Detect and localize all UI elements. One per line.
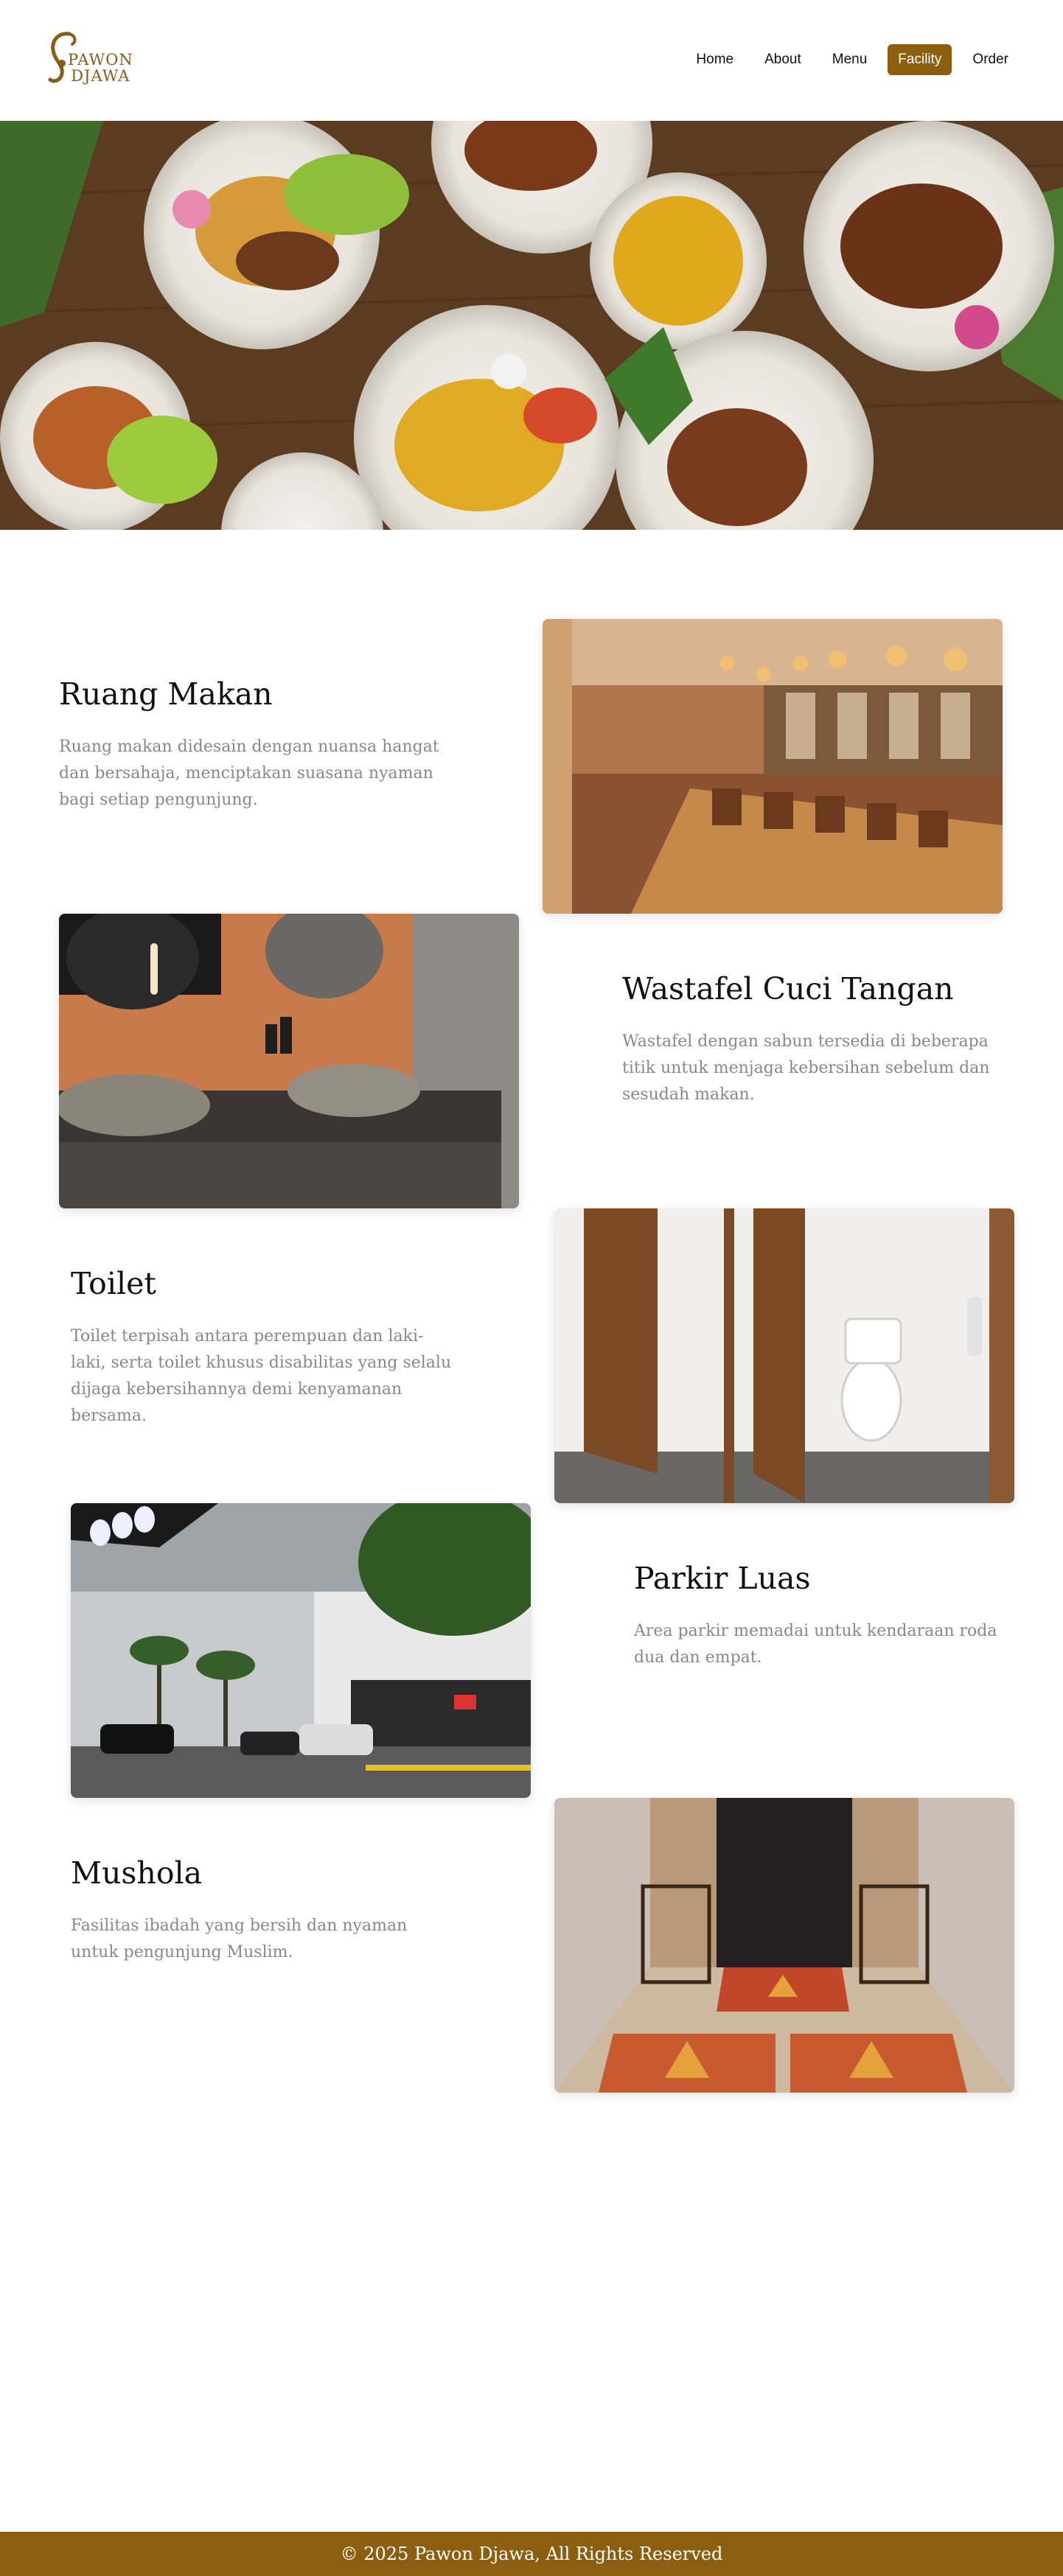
facility-desc-prayer-room: Fasilitas ibadah yang bersih dan nyaman … [71, 1917, 408, 1961]
parking-photo [71, 1503, 531, 1798]
sink-photo [59, 914, 519, 1208]
site-header: PAWON DJAWA Home About Menu Facility Ord… [0, 0, 1063, 121]
brand-logo[interactable]: PAWON DJAWA [44, 28, 140, 88]
facility-title-sink: Wastafel Cuci Tangan [622, 971, 954, 1007]
facility-desc-sink: Wastafel dengan sabun tersedia di bebera… [622, 1032, 990, 1104]
facility-title-toilet: Toilet [71, 1266, 156, 1301]
logo-line-1: PAWON [68, 51, 133, 69]
facility-title-parking: Parkir Luas [634, 1561, 811, 1596]
site-footer: © 2025 Pawon Djawa, All Rights Reserved [0, 2532, 1063, 2576]
nav-item-menu[interactable]: Menu [822, 44, 878, 75]
facility-desc-dining: Ruang makan didesain dengan nuansa hanga… [59, 738, 439, 809]
logo-text: PAWON DJAWA [68, 52, 133, 84]
nav-item-facility[interactable]: Facility [888, 44, 952, 75]
nav-item-about[interactable]: About [754, 44, 812, 75]
logo-line-2: DJAWA [71, 67, 130, 85]
facility-title-dining: Ruang Makan [59, 676, 273, 712]
hero-food-banner [0, 121, 1063, 530]
toilet-photo [554, 1208, 1014, 1503]
facility-desc-toilet: Toilet terpisah antara perempuan dan lak… [71, 1327, 452, 1425]
hero-food-image [0, 121, 1063, 530]
nav-item-home[interactable]: Home [686, 44, 744, 75]
nav-item-order[interactable]: Order [962, 44, 1019, 75]
main-nav: Home About Menu Facility Order [686, 44, 1019, 75]
prayer-room-photo [554, 1798, 1014, 2093]
dining-room-photo [543, 619, 1003, 914]
footer-copyright: © 2025 Pawon Djawa, All Rights Reserved [340, 2544, 723, 2564]
facility-desc-parking: Area parkir memadai untuk kendaraan roda… [634, 1622, 997, 1667]
facility-title-prayer-room: Mushola [71, 1855, 203, 1891]
